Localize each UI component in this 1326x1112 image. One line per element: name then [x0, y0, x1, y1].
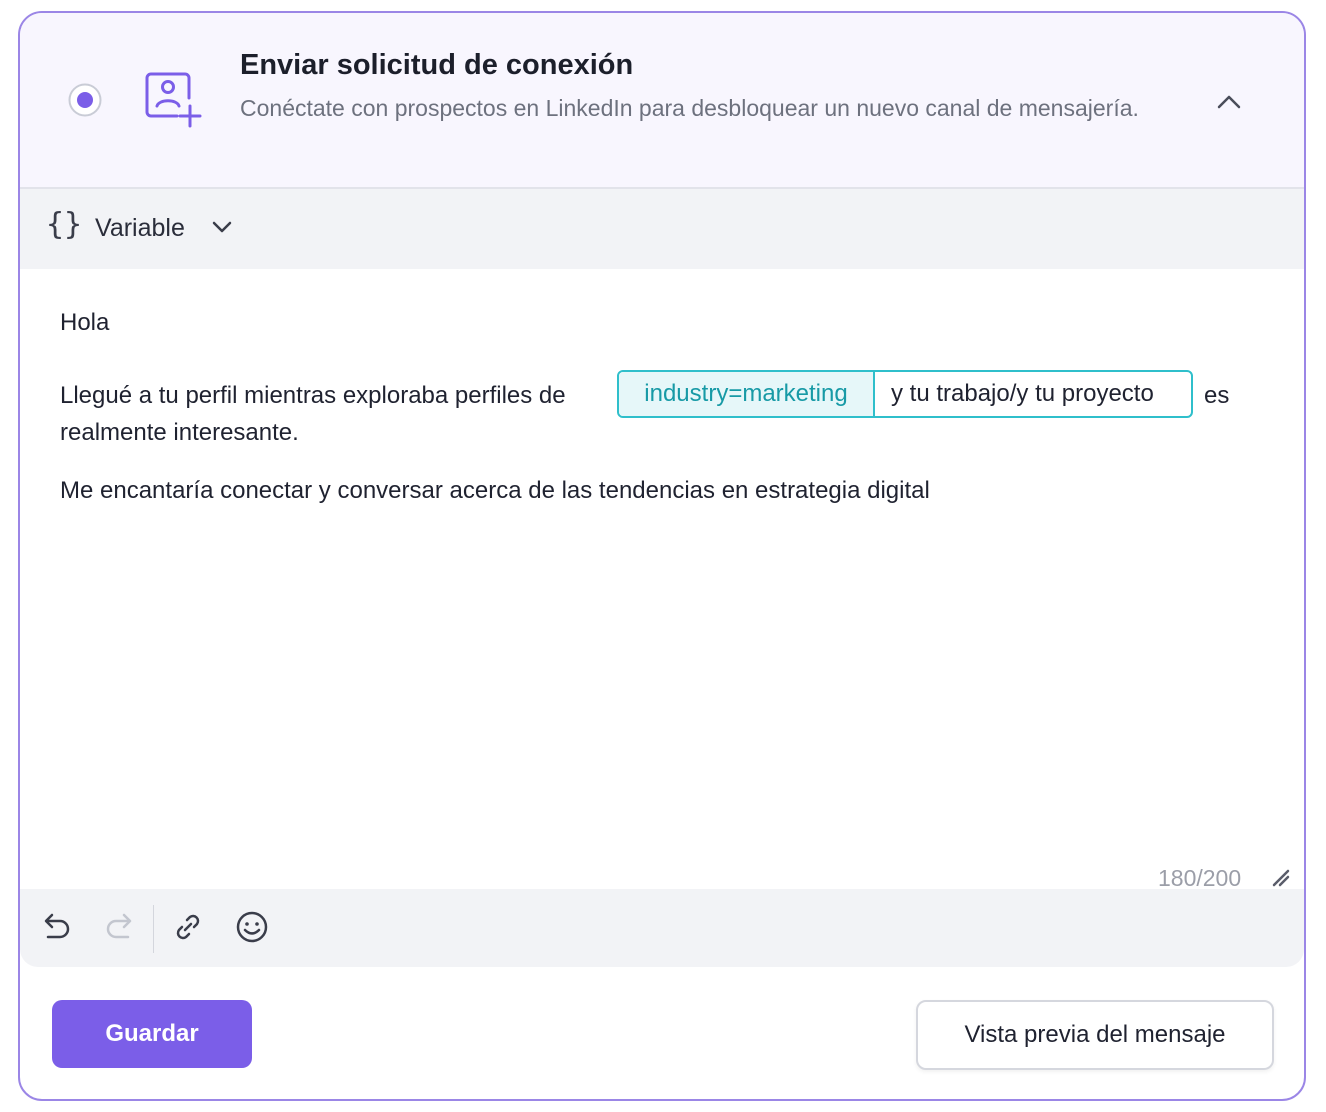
variable-chip-fallback[interactable]: y tu trabajo/y tu proyecto	[875, 372, 1154, 416]
message-line-closing: Me encantaría conectar y conversar acerc…	[60, 477, 930, 504]
chevron-up-icon[interactable]	[1216, 89, 1242, 115]
variable-dropdown-label[interactable]: Variable	[95, 214, 185, 243]
step-description: Conéctate con prospectos en LinkedIn par…	[240, 95, 1139, 121]
close-icon[interactable]	[1274, 0, 1304, 10]
save-button[interactable]: Guardar	[52, 1000, 252, 1068]
message-line-greeting: Hola	[60, 309, 110, 336]
redo-icon[interactable]	[102, 909, 138, 945]
variable-chip[interactable]: industry=marketing y tu trabajo/y tu pro…	[617, 370, 1193, 418]
radio-selected-icon[interactable]	[68, 83, 102, 117]
message-line-intro: Llegué a tu perfil mientras exploraba pe…	[60, 382, 566, 409]
message-line-intro-end: es	[1204, 382, 1230, 409]
step-title: Enviar solicitud de conexión	[240, 49, 634, 81]
editor-toolbar	[20, 889, 1304, 967]
braces-icon: {}	[46, 207, 83, 242]
message-editor[interactable]: Hola Llegué a tu perfil mientras explora…	[20, 269, 1304, 891]
resize-handle-icon[interactable]	[1270, 867, 1290, 887]
add-contact-icon	[145, 72, 202, 128]
toolbar-divider	[153, 905, 154, 953]
variable-toolbar: {} Variable	[20, 189, 1304, 269]
connection-request-card: Enviar solicitud de conexión Conéctate c…	[18, 11, 1306, 1101]
undo-icon[interactable]	[38, 909, 74, 945]
link-icon[interactable]	[170, 909, 206, 945]
preview-message-button[interactable]: Vista previa del mensaje	[916, 1000, 1274, 1070]
emoji-icon[interactable]	[234, 909, 270, 945]
character-counter: 180/200	[1158, 865, 1242, 891]
message-line-intro-cont: realmente interesante.	[60, 419, 299, 446]
step-header[interactable]: Enviar solicitud de conexión Conéctate c…	[20, 13, 1304, 189]
variable-chip-name[interactable]: industry=marketing	[619, 372, 875, 416]
chevron-down-icon[interactable]	[210, 215, 234, 239]
